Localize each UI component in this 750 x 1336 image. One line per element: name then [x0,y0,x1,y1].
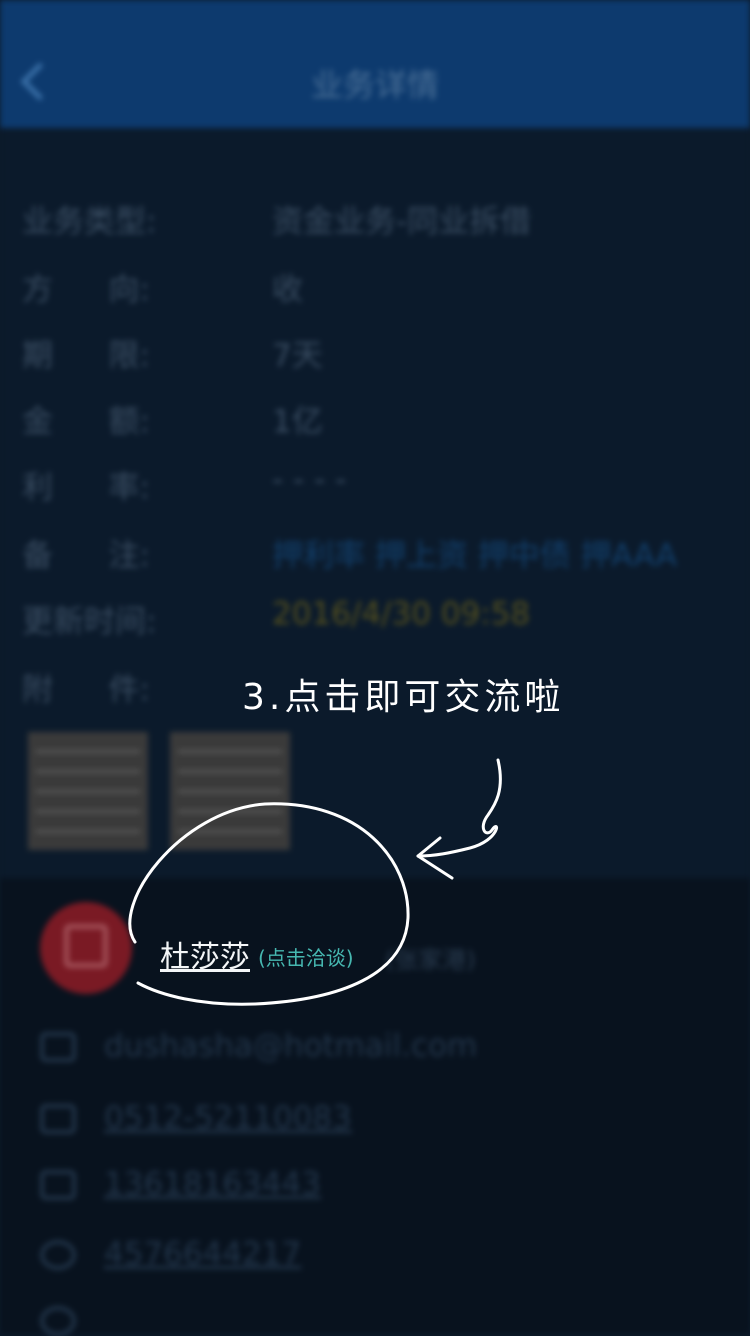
tutorial-annotation [128,758,502,1006]
arrow-icon [416,758,502,858]
business-detail-screen: 业务详情 业务类型: 资金业务-同业拆借 方向: 收 期限: 7天 金额: 1亿… [0,0,750,1336]
highlight-circle-icon [128,802,410,1006]
arrowhead-icon [416,836,454,880]
